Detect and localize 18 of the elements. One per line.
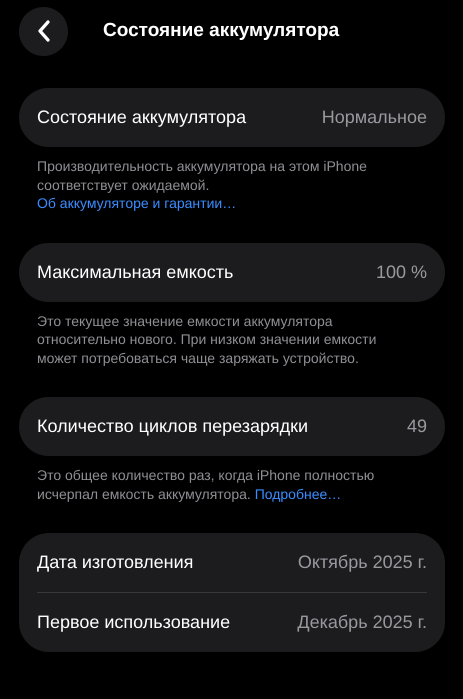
row-value: 49	[406, 416, 427, 437]
row-label: Дата изготовления	[37, 552, 194, 573]
row-value: Нормальное	[322, 107, 427, 128]
chevron-left-icon	[36, 19, 52, 43]
row-value: Декабрь 2025 г.	[297, 612, 427, 633]
row-label: Максимальная емкость	[37, 262, 234, 282]
row-label: Состояние аккумулятора	[37, 107, 246, 128]
section-footer-text: Это общее количество раз, когда iPhone полностью исчерпал емкость аккумулятора. Подробнее…	[36, 466, 376, 503]
info-link[interactable]: Об аккумуляторе и гарантии…	[37, 195, 236, 211]
section-footer-text: Это текущее значение емкости аккумулятора относительно нового. При низком значении емкости может потребоваться чаще заряжать устройство.	[36, 312, 378, 367]
back-button[interactable]	[19, 6, 68, 56]
row-label: Первое использование	[37, 612, 230, 633]
row-value: 100 %	[376, 262, 427, 282]
info-link[interactable]: Подробнее…	[254, 486, 342, 502]
page-title: Состояние аккумулятора	[103, 20, 340, 42]
row-label: Количество циклов перезарядки	[37, 416, 308, 437]
section-footer-text: Производительность аккумулятора на этом iPhone соответствует ожидаемой. Об аккумуляторе и гарантии…	[36, 157, 368, 212]
row-value: Октябрь 2025 г.	[298, 552, 427, 573]
